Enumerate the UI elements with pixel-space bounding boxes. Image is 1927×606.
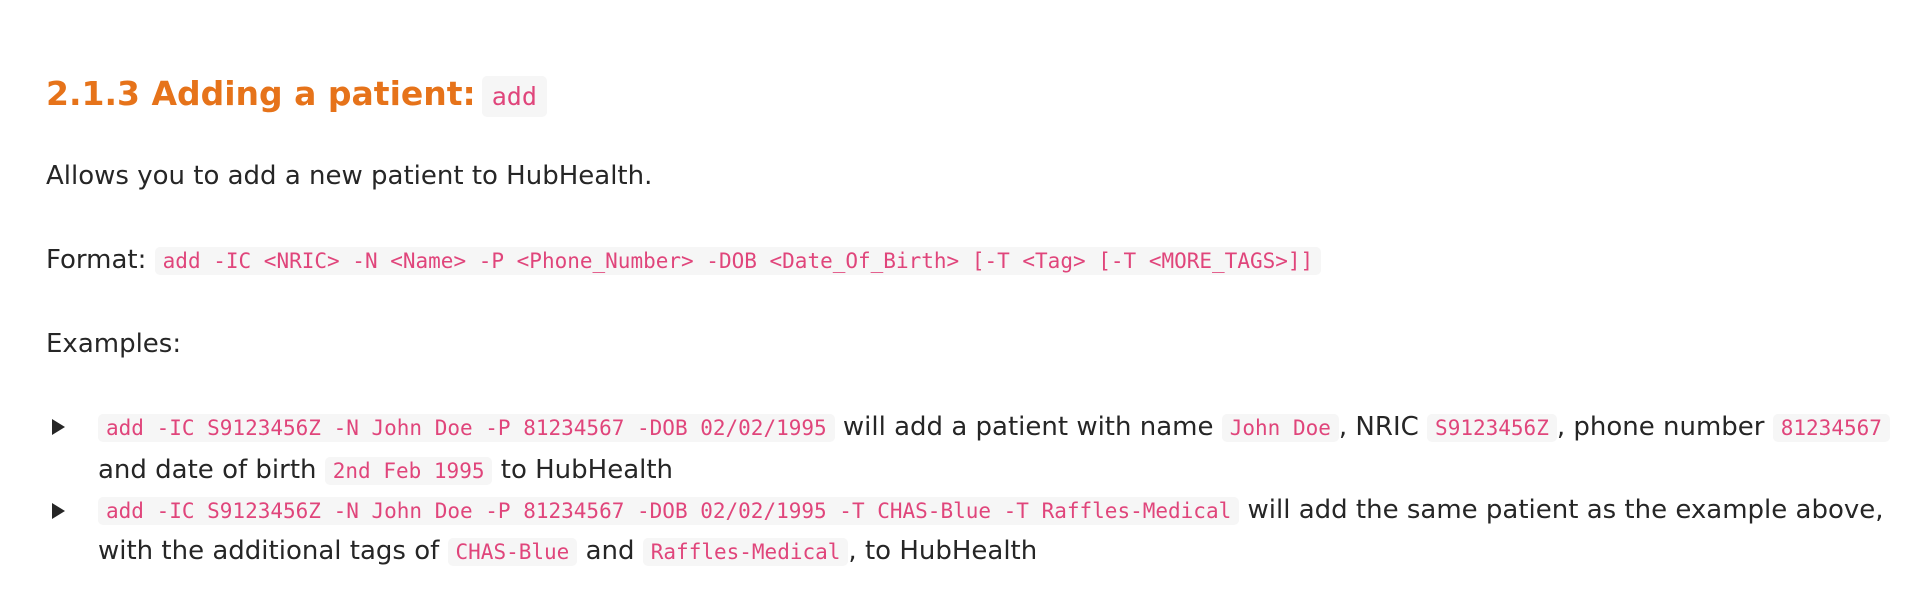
example-text-1: add -IC S9123456Z -N John Doe -P 8123456… bbox=[98, 406, 1906, 492]
example-text-segment: to HubHealth bbox=[500, 455, 674, 485]
format-line: Format: add -IC <NRIC> -N <Name> -P <Pho… bbox=[46, 240, 1322, 281]
format-code: add -IC <NRIC> -N <Name> -P <Phone_Numbe… bbox=[154, 247, 1322, 275]
example-item-1: add -IC S9123456Z -N John Doe -P 8123456… bbox=[46, 406, 1906, 492]
example-text-segment: , NRIC bbox=[1338, 412, 1419, 442]
example-text-2: add -IC S9123456Z -N John Doe -P 8123456… bbox=[98, 490, 1906, 572]
disclosure-triangle-icon[interactable] bbox=[52, 406, 72, 448]
section-heading: 2.1.3 Adding a patient: add bbox=[46, 72, 547, 119]
example-text-segment: will add a patient with name bbox=[842, 412, 1214, 442]
example-name-code: John Doe bbox=[1221, 414, 1339, 442]
example-tag-code: Raffles-Medical bbox=[642, 538, 849, 566]
example-text-segment: , to HubHealth bbox=[848, 536, 1038, 566]
example-item-2: add -IC S9123456Z -N John Doe -P 8123456… bbox=[46, 490, 1906, 572]
user-guide-section: 2.1.3 Adding a patient: add Allows you to… bbox=[0, 0, 1927, 606]
example-command-code: add -IC S9123456Z -N John Doe -P 8123456… bbox=[98, 414, 835, 442]
heading-command-code: add bbox=[481, 76, 547, 117]
section-description: Allows you to add a new patient to HubHe… bbox=[46, 161, 653, 191]
examples-label: Examples: bbox=[46, 329, 182, 359]
section-heading-text: 2.1.3 Adding a patient: bbox=[46, 74, 476, 113]
example-phone-code: 81234567 bbox=[1772, 414, 1890, 442]
example-dob-code: 2nd Feb 1995 bbox=[324, 457, 493, 485]
example-text-segment: and date of birth bbox=[98, 455, 317, 485]
example-text-segment: , phone number bbox=[1556, 412, 1765, 442]
disclosure-triangle-icon[interactable] bbox=[52, 490, 72, 532]
example-tag-code: CHAS-Blue bbox=[447, 538, 578, 566]
example-text-segment: and bbox=[585, 536, 635, 566]
example-command-code: add -IC S9123456Z -N John Doe -P 8123456… bbox=[98, 497, 1240, 525]
format-label: Format: bbox=[46, 245, 147, 275]
example-nric-code: S9123456Z bbox=[1427, 414, 1557, 442]
